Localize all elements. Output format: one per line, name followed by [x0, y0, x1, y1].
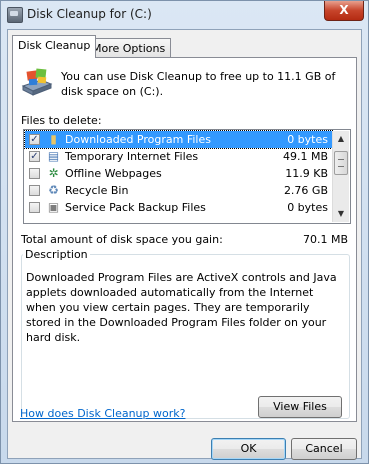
checkbox[interactable] [29, 168, 40, 179]
close-button[interactable]: X [324, 1, 364, 21]
file-row-service-pack-backup-files[interactable]: ▣ Service Pack Backup Files 0 bytes [25, 199, 332, 216]
checkbox[interactable]: ✓ [29, 151, 40, 162]
file-row-downloaded-program-files[interactable]: ✓ ▮ Downloaded Program Files 0 bytes [24, 130, 333, 149]
files-to-delete-label: Files to delete: [21, 114, 102, 127]
disk-cleanup-window: Disk Cleanup for (C:) X Disk Cleanup Mor… [0, 0, 369, 464]
file-size: 49.1 MB [282, 150, 328, 163]
intro-text: You can use Disk Cleanup to free up to 1… [61, 70, 336, 98]
disk-cleanup-panel: You can use Disk Cleanup to free up to 1… [12, 57, 357, 422]
checkbox[interactable] [29, 202, 40, 213]
tab-disk-cleanup[interactable]: Disk Cleanup [12, 35, 97, 58]
tab-more-options[interactable]: More Options [86, 38, 172, 57]
description-text: Downloaded Program Files are ActiveX con… [26, 271, 337, 344]
disk-cleanup-icon [21, 68, 53, 96]
file-name: Service Pack Backup Files [65, 201, 206, 214]
ok-button[interactable]: OK [211, 438, 286, 460]
file-size: 11.9 KB [285, 167, 328, 180]
files-scrollbar[interactable]: ▲ ▼ [332, 131, 349, 222]
title-bar[interactable]: Disk Cleanup for (C:) X [1, 1, 369, 29]
dialog-client-area: Disk Cleanup More Options You can use Di… [7, 29, 362, 460]
file-name: Downloaded Program Files [65, 133, 211, 146]
recycle-bin-icon: ♻ [48, 183, 59, 197]
help-link[interactable]: How does Disk Cleanup work? [20, 407, 185, 420]
file-row-recycle-bin[interactable]: ♻ Recycle Bin 2.76 GB [25, 182, 332, 199]
disk-drive-icon [7, 7, 23, 23]
internet-files-icon: ▤ [47, 149, 60, 163]
scroll-up-icon[interactable]: ▲ [333, 131, 349, 147]
scroll-down-icon[interactable]: ▼ [333, 206, 349, 222]
file-row-temporary-internet-files[interactable]: ✓ ▤ Temporary Internet Files 49.1 MB [25, 148, 332, 165]
checkbox[interactable]: ✓ [29, 134, 40, 145]
files-list[interactable]: ✓ ▮ Downloaded Program Files 0 bytes ✓ ▤… [23, 129, 351, 224]
window-title: Disk Cleanup for (C:) [27, 7, 152, 21]
cancel-button[interactable]: Cancel [291, 438, 357, 460]
offline-webpages-icon: ✲ [48, 166, 59, 180]
file-size: 0 bytes [287, 201, 328, 214]
checkbox[interactable] [29, 185, 40, 196]
file-name: Recycle Bin [65, 184, 129, 197]
description-title: Description [23, 248, 90, 261]
total-space-label: Total amount of disk space you gain: [21, 233, 223, 246]
total-space-value: 70.1 MB [302, 233, 348, 246]
file-row-offline-webpages[interactable]: ✲ Offline Webpages 11.9 KB [25, 165, 332, 182]
backup-files-icon: ▣ [47, 200, 60, 214]
file-name: Temporary Internet Files [65, 150, 199, 163]
folder-icon: ▮ [50, 132, 57, 146]
view-files-button[interactable]: View Files [258, 396, 342, 418]
file-size: 0 bytes [287, 133, 328, 146]
file-size: 2.76 GB [283, 184, 328, 197]
scroll-thumb[interactable] [334, 151, 348, 175]
file-name: Offline Webpages [65, 167, 162, 180]
